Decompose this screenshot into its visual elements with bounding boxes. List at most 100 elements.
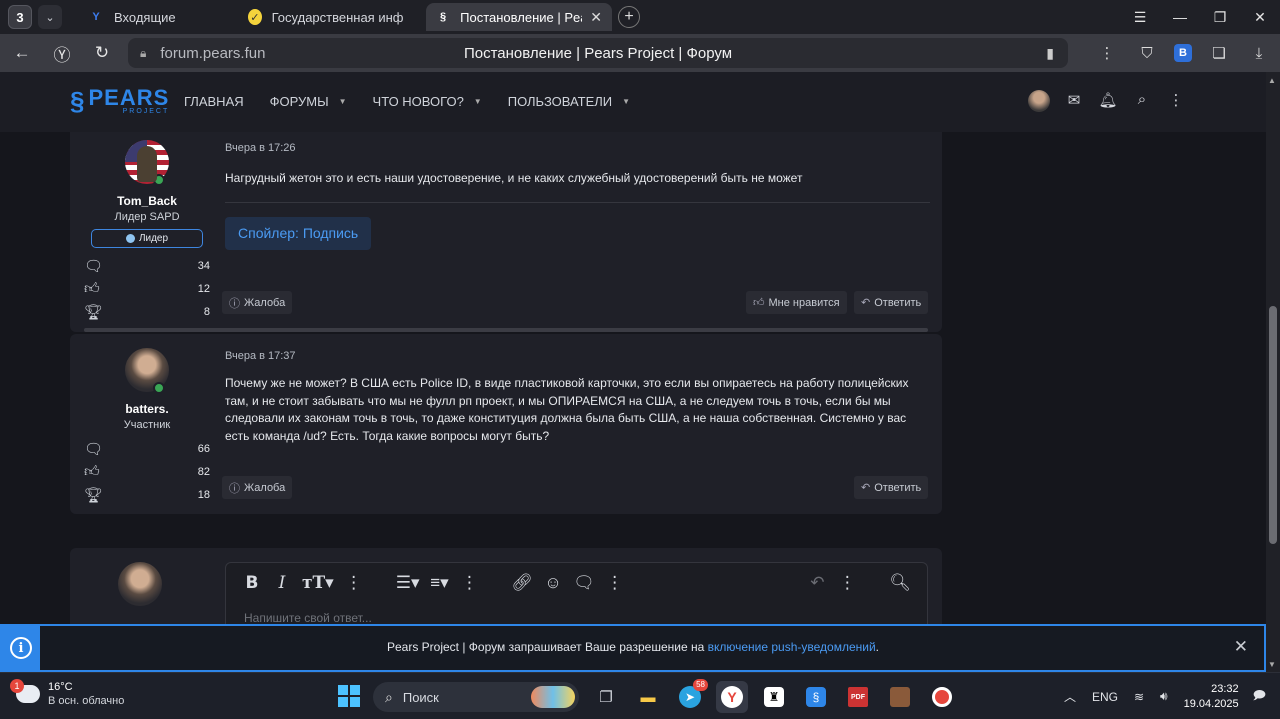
more-vertical-icon[interactable]: ⋮ xyxy=(344,573,364,593)
menu-whats-new[interactable]: ЧТО НОВОГО? ▼ xyxy=(373,94,482,109)
close-icon[interactable]: ✕ xyxy=(1234,637,1248,657)
italic-icon[interactable]: I xyxy=(272,573,292,593)
avatar[interactable] xyxy=(125,348,169,394)
smiley-icon[interactable]: ☺ xyxy=(543,573,563,593)
comments-icon: 🗨︎ xyxy=(84,257,104,275)
author-name[interactable]: Tom_Back xyxy=(84,194,210,208)
thumbs-up-icon: 👍︎ xyxy=(753,297,765,309)
task-view-icon[interactable]: ❐ xyxy=(590,681,622,713)
post-date[interactable]: Вчера в 17:26 xyxy=(225,142,930,154)
wifi-icon[interactable]: ≋ xyxy=(1134,690,1144,704)
app-icon[interactable]: ♜ xyxy=(758,681,790,713)
scroll-up-icon[interactable]: ▲ xyxy=(1268,76,1276,85)
restore-icon[interactable]: ❐ xyxy=(1200,9,1240,26)
search-icon[interactable]: ⌕ xyxy=(1132,91,1152,111)
quote-icon[interactable]: 🗨︎ xyxy=(573,573,595,593)
link-icon[interactable]: 🔗︎ xyxy=(512,573,534,593)
list-icon[interactable]: ☰▾ xyxy=(396,573,420,593)
more-vertical-icon[interactable]: ⋮ xyxy=(1094,44,1120,62)
pears-app-icon[interactable]: § xyxy=(800,681,832,713)
volume-icon[interactable]: 🔊︎ xyxy=(1160,689,1168,704)
game-app-icon[interactable] xyxy=(884,681,916,713)
post-date[interactable]: Вчера в 17:37 xyxy=(225,350,930,362)
quick-reply: B I тT▾ ⋮ ☰▾ ≡▾ ⋮ 🔗︎ ☺ 🗨︎ ⋮ ↶ ⋮ 🔍︎ Напиш… xyxy=(70,548,942,624)
download-icon[interactable]: ⤓ xyxy=(1246,45,1272,62)
undo-icon[interactable]: ↶ xyxy=(807,573,827,593)
vk-extension-icon[interactable]: B xyxy=(1174,44,1192,62)
bold-icon[interactable]: B xyxy=(242,573,262,593)
minimize-icon[interactable]: — xyxy=(1160,9,1200,25)
page-scrollbar[interactable]: ▲ ▼ xyxy=(1266,72,1280,676)
taskbar-apps: ❐ ▬ ➤ 58 Y ♜ § PDF xyxy=(590,679,958,713)
language-indicator[interactable]: ENG xyxy=(1092,690,1118,704)
weather-widget[interactable]: 1 16°C В осн. облачно xyxy=(10,679,124,707)
collections-icon[interactable]: ❏ xyxy=(1206,44,1232,62)
new-tab-button[interactable]: + xyxy=(618,6,640,28)
post-body: Вчера в 17:37 Почему же не может? В США … xyxy=(225,350,930,445)
menu-home[interactable]: ГЛАВНАЯ xyxy=(184,94,244,109)
chevron-up-icon[interactable]: ︿ xyxy=(1064,688,1076,705)
spoiler-button[interactable]: Спойлер: Подпись xyxy=(225,216,372,250)
more-vertical-icon[interactable]: ⋮ xyxy=(1166,91,1186,111)
pears-logo[interactable]: § PEARS PROJECT xyxy=(70,86,169,117)
close-tab-icon[interactable]: ✕ xyxy=(590,9,602,26)
pears-icon: § xyxy=(440,11,447,23)
clock[interactable]: 23:32 19.04.2025 xyxy=(1184,682,1239,712)
reply-button[interactable]: ↶ Ответить xyxy=(854,476,929,499)
post-text: Почему же не может? В США есть Police ID… xyxy=(225,376,909,443)
telegram-icon[interactable]: ➤ 58 xyxy=(674,679,708,713)
tab-inbox[interactable]: Y Входящие xyxy=(78,3,238,31)
browser-menu-icon[interactable]: ☰ xyxy=(1120,9,1160,26)
report-button[interactable]: ⓘ Жалоба xyxy=(222,291,293,314)
notifications-icon[interactable]: 🗩︎ xyxy=(1253,686,1266,707)
reload-icon[interactable]: ↻ xyxy=(86,43,118,63)
envelope-icon[interactable]: ✉ xyxy=(1064,91,1084,111)
scroll-down-icon[interactable]: ▼ xyxy=(1268,660,1276,669)
bookmark-icon[interactable]: ▮ xyxy=(1046,45,1054,62)
thumbs-up-icon: 👍︎ xyxy=(84,279,100,297)
preview-icon[interactable]: 🔍︎ xyxy=(889,573,911,593)
post-separator xyxy=(84,328,928,332)
cloud-icon: 1 xyxy=(10,679,40,703)
record-icon[interactable] xyxy=(926,681,958,713)
role-badge: Лидер xyxy=(91,229,203,248)
back-arrow-icon[interactable]: ← xyxy=(6,43,38,63)
tab-counter-button[interactable]: 3 xyxy=(8,5,32,29)
menu-users[interactable]: ПОЛЬЗОВАТЕЛИ ▼ xyxy=(508,94,630,109)
pdf-app-icon[interactable]: PDF xyxy=(842,681,874,713)
reply-editor[interactable]: B I тT▾ ⋮ ☰▾ ≡▾ ⋮ 🔗︎ ☺ 🗨︎ ⋮ ↶ ⋮ 🔍︎ Напиш… xyxy=(225,562,928,624)
tab-resolution[interactable]: § Постановление | Pears ✕ xyxy=(426,3,612,31)
main-menu: ГЛАВНАЯ ФОРУМЫ ▼ ЧТО НОВОГО? ▼ ПОЛЬЗОВАТЕЛ… xyxy=(184,94,630,109)
browser-toolbar: ⋮ ⛉ B ❏ ⤓ xyxy=(1094,34,1272,72)
menu-forums[interactable]: ФОРУМЫ ▼ xyxy=(270,94,347,109)
author-name[interactable]: batters. xyxy=(84,402,210,416)
reply-button[interactable]: ↶ Ответить xyxy=(854,291,929,314)
close-window-icon[interactable]: ✕ xyxy=(1240,9,1280,26)
align-icon[interactable]: ≡▾ xyxy=(430,573,450,593)
bell-icon[interactable]: 🔔︎ xyxy=(1098,91,1118,111)
avatar[interactable] xyxy=(125,140,169,186)
tab-gov-info[interactable]: ✓ Государственная информ xyxy=(238,3,414,31)
url-field[interactable]: 🔒︎ forum.pears.fun Постановление | Pears… xyxy=(128,38,1068,68)
enable-push-link[interactable]: включение push-уведомлений xyxy=(708,640,876,654)
text-size-icon[interactable]: тT▾ xyxy=(302,573,334,593)
yandex-logo-icon[interactable]: Ⓨ xyxy=(46,41,78,66)
author-stats: 🗨︎ 34 👍︎ 12 🏆︎ 8 xyxy=(84,257,210,321)
file-explorer-icon[interactable]: ▬ xyxy=(632,681,664,713)
like-button[interactable]: 👍︎ Мне нравится xyxy=(746,291,847,314)
user-avatar[interactable] xyxy=(1028,90,1050,112)
more-vertical-icon[interactable]: ⋮ xyxy=(837,573,857,593)
shield-icon[interactable]: ⛉ xyxy=(1134,45,1160,62)
thumbs-up-icon: 👍︎ xyxy=(84,462,100,480)
scroll-thumb[interactable] xyxy=(1269,306,1277,544)
taskbar-search[interactable]: ⌕ Поиск xyxy=(373,682,579,712)
yellow-site-icon: ✓ xyxy=(248,9,262,25)
more-vertical-icon[interactable]: ⋮ xyxy=(460,573,480,593)
tabs-menu-chevron-icon[interactable]: ⌄ xyxy=(38,5,62,29)
post-text: Нагрудный жетон это и есть наши удостове… xyxy=(225,171,803,185)
windows-start-icon[interactable] xyxy=(338,685,360,707)
report-button[interactable]: ⓘ Жалоба xyxy=(222,476,293,499)
yandex-browser-icon[interactable]: Y xyxy=(716,681,748,713)
online-indicator xyxy=(153,382,165,394)
more-vertical-icon[interactable]: ⋮ xyxy=(605,573,625,593)
